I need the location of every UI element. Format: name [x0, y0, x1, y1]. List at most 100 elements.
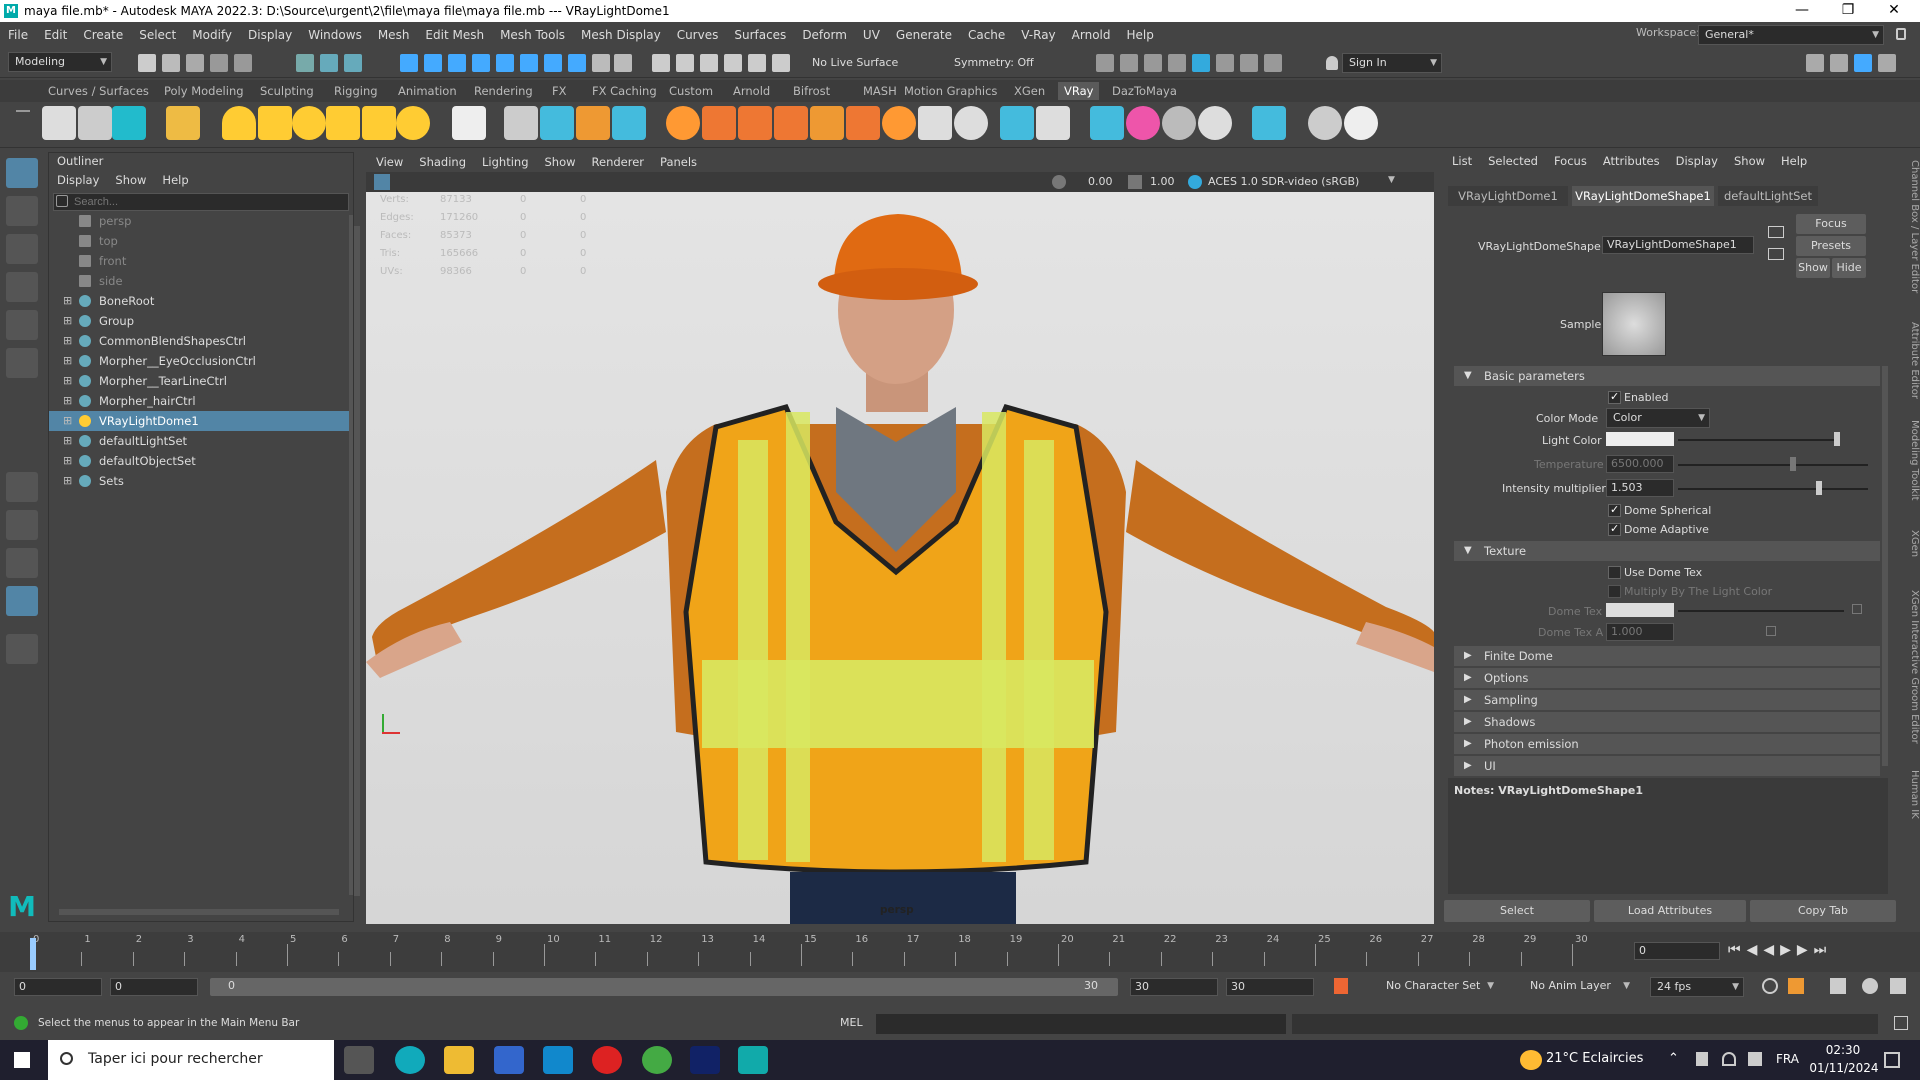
viewport-menu-lighting[interactable]: Lighting [472, 152, 534, 172]
shelf-tab-custom[interactable]: Custom [663, 82, 719, 100]
viewport-menu-view[interactable]: View [366, 152, 409, 172]
light-color-slider-handle[interactable] [1834, 432, 1840, 446]
outliner-splitter[interactable] [354, 226, 360, 896]
show-button[interactable]: Show [1796, 258, 1830, 278]
shelf-tab-bifrost[interactable]: Bifrost [787, 82, 836, 100]
outliner-item[interactable]: top [49, 231, 349, 251]
menu-arnold[interactable]: Arnold [1064, 28, 1119, 42]
vray-shader-icon[interactable] [666, 106, 700, 140]
vray-cam-icon[interactable] [1000, 106, 1034, 140]
move-tool-icon[interactable] [6, 272, 38, 302]
temperature-field[interactable]: 6500.000 [1606, 455, 1674, 473]
new-scene-icon[interactable] [138, 54, 156, 72]
viewport-menu-renderer[interactable]: Renderer [582, 152, 651, 172]
snap-help-icon[interactable] [568, 54, 586, 72]
dome-tex-map-icon[interactable] [1852, 604, 1862, 614]
menu-mesh[interactable]: Mesh [370, 28, 418, 42]
range-bar[interactable]: 0 30 [210, 978, 1118, 996]
focus-node-icon[interactable] [1768, 226, 1784, 238]
outliner-item[interactable]: persp [49, 211, 349, 231]
modeling-toolkit-toggle-icon[interactable] [1878, 54, 1896, 72]
vray-ies-light-icon[interactable] [362, 106, 396, 140]
expand-icon[interactable]: ⊞ [63, 291, 72, 311]
menu-mesh-display[interactable]: Mesh Display [573, 28, 669, 42]
weather-icon[interactable] [1520, 1050, 1542, 1070]
intensity-field[interactable]: 1.503 [1606, 479, 1674, 497]
outliner-item[interactable]: ⊞ Morpher_hairCtrl [49, 391, 349, 411]
attribute-scrollbar[interactable] [1882, 366, 1888, 766]
exposure-icon[interactable] [1052, 175, 1066, 189]
expand-icon[interactable]: ⊞ [63, 431, 72, 451]
search-tool-icon[interactable] [6, 634, 38, 664]
scale-tool-icon[interactable] [6, 348, 38, 378]
snap-surface-icon[interactable] [496, 54, 514, 72]
playback-controls[interactable]: ⏮◀◀▶▶⏭ [1728, 942, 1832, 958]
intensity-slider-handle[interactable] [1816, 481, 1822, 495]
hide-button[interactable]: Hide [1832, 258, 1866, 278]
tool-settings-toggle-icon[interactable] [1854, 54, 1872, 72]
rename-icon[interactable] [748, 54, 766, 72]
outliner-item[interactable]: ⊞ Group [49, 311, 349, 331]
taskbar-search-box[interactable]: Taper ici pour rechercher [48, 1040, 334, 1080]
dome-adaptive-checkbox[interactable] [1608, 522, 1621, 536]
paint-select-tool-icon[interactable] [6, 234, 38, 264]
gamma-icon[interactable] [1128, 175, 1142, 189]
command-input[interactable] [876, 1014, 1286, 1034]
temperature-slider[interactable] [1678, 464, 1868, 466]
shelf-menu-icon[interactable] [16, 110, 30, 112]
shelf-tab-arnold[interactable]: Arnold [727, 82, 776, 100]
expand-icon[interactable]: ⊞ [63, 351, 72, 371]
temperature-slider-handle[interactable] [1790, 457, 1796, 471]
shelf-tab-rigging[interactable]: Rigging [328, 82, 384, 100]
maximize-icon[interactable]: ❐ [1828, 0, 1868, 22]
windows-start-icon[interactable] [14, 1052, 30, 1068]
menu-uv[interactable]: UV [855, 28, 888, 42]
presets-button[interactable]: Presets [1796, 236, 1866, 256]
outliner-item[interactable]: ⊞ Morpher__EyeOcclusionCtrl [49, 351, 349, 371]
shelf-tab-fx[interactable]: FX [546, 82, 573, 100]
ae-menu-list[interactable]: List [1444, 152, 1480, 170]
snap-curve-icon[interactable] [424, 54, 442, 72]
clock-date[interactable]: 01/11/2024 [1808, 1061, 1880, 1075]
ae-tab-vraylightdomeshape1[interactable]: VRayLightDomeShape1 [1572, 186, 1714, 206]
time-slider[interactable]: 0 1 2 3 4 5 6 7 8 9 10 11 12 13 14 15 16 17 18 19 20 21 22 23 24… [0, 932, 1920, 972]
vray-clipper-icon[interactable] [774, 106, 808, 140]
side-tab-human-ik[interactable]: Human IK [1904, 770, 1920, 819]
redo-icon[interactable] [234, 54, 252, 72]
expand-icon[interactable]: ⊞ [63, 391, 72, 411]
shelf-tab-daztomaya[interactable]: DazToMaya [1106, 82, 1183, 100]
menu-select[interactable]: Select [131, 28, 184, 42]
outliner-item[interactable]: side [49, 271, 349, 291]
outliner-layout-icon[interactable] [6, 586, 38, 616]
history-icon[interactable] [614, 54, 632, 72]
snap-magnet-icon[interactable] [544, 54, 562, 72]
shelf-tab-rendering[interactable]: Rendering [468, 82, 539, 100]
undo-icon[interactable] [210, 54, 228, 72]
menu-modify[interactable]: Modify [184, 28, 240, 42]
vray-mesh-light-icon[interactable] [326, 106, 360, 140]
enabled-checkbox[interactable] [1608, 390, 1621, 404]
playback-end-field[interactable]: 30 [1130, 978, 1218, 996]
select-object-icon[interactable] [320, 54, 338, 72]
menu-help[interactable]: Help [1119, 28, 1162, 42]
wifi-icon[interactable] [1722, 1052, 1736, 1066]
dome-tex-swatch[interactable] [1606, 603, 1674, 617]
section-sampling[interactable]: Sampling [1454, 690, 1880, 710]
intensity-slider[interactable] [1678, 488, 1868, 490]
lasso-icon[interactable] [772, 54, 790, 72]
vray-mesh-icon[interactable] [1252, 106, 1286, 140]
multiply-checkbox[interactable] [1608, 585, 1621, 598]
shelf-tab-mash[interactable]: MASH [857, 82, 903, 100]
side-tab-channel-box-layer-editor[interactable]: Channel Box / Layer Editor [1904, 160, 1920, 293]
maya-taskbar-icon[interactable] [738, 1046, 768, 1074]
script-editor-icon[interactable] [1894, 1016, 1908, 1030]
vray-proxy-icon[interactable] [504, 106, 538, 140]
side-tab-xgen-interactive-groom-editor[interactable]: XGen Interactive Groom Editor [1904, 590, 1920, 744]
menu-mesh-tools[interactable]: Mesh Tools [492, 28, 573, 42]
viewport-menu-panels[interactable]: Panels [650, 152, 703, 172]
current-time-marker[interactable] [30, 938, 36, 970]
select-button[interactable]: Select [1444, 900, 1590, 922]
select-hierarchy-icon[interactable] [296, 54, 314, 72]
mail-icon[interactable] [543, 1046, 573, 1074]
gamma-value[interactable]: 1.00 [1150, 175, 1175, 188]
